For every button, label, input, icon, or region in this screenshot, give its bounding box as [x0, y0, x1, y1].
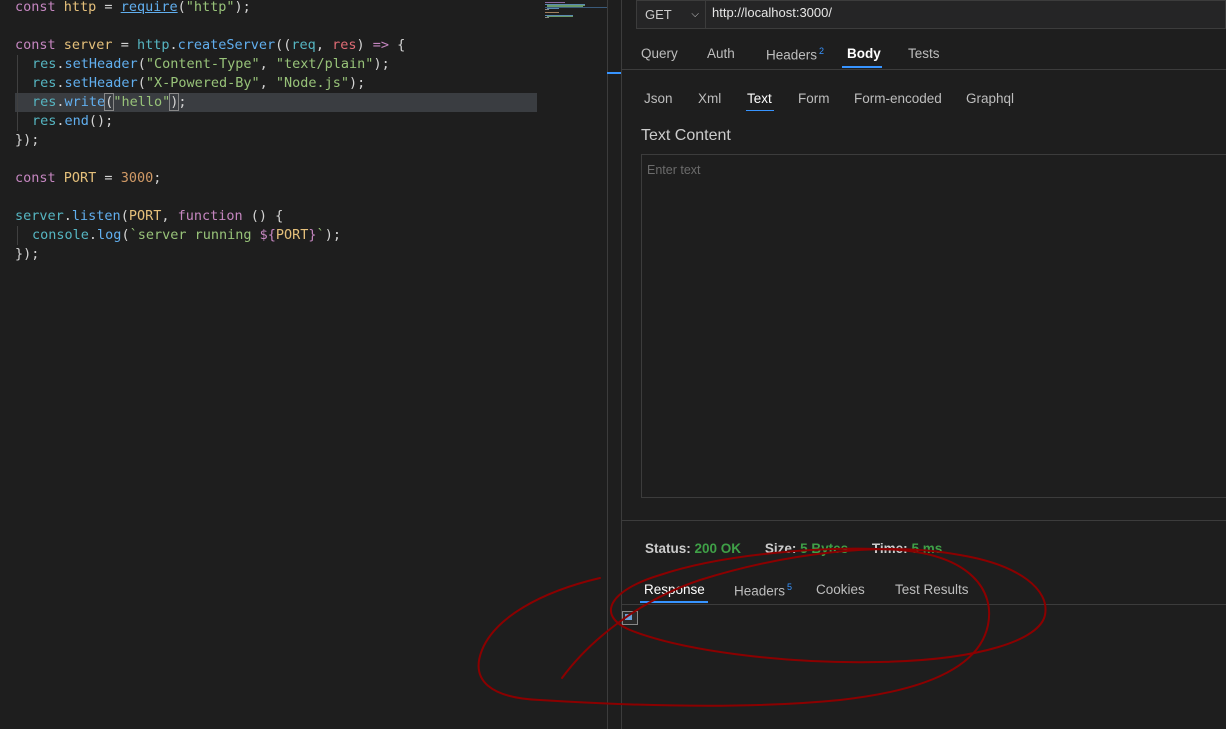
active-tab-indicator [842, 66, 882, 68]
body-tab-json[interactable]: Json [644, 91, 673, 106]
time-label: Time: [871, 541, 908, 556]
body-tab-form[interactable]: Form [798, 91, 830, 106]
active-body-tab-indicator [746, 110, 774, 111]
tab-tests[interactable]: Tests [908, 46, 940, 61]
tab-headers-label: Headers [766, 47, 818, 63]
code-line-1: const http = require("http"); [15, 0, 251, 15]
status-label: Status: [645, 541, 691, 556]
body-tab-xml[interactable]: Xml [698, 91, 721, 106]
minimap-line [547, 16, 573, 17]
code-line-5: res.setHeader("X-Powered-By", "Node.js")… [32, 75, 366, 91]
response-tab-test-results[interactable]: Test Results [895, 582, 969, 597]
minimap-line [545, 2, 565, 3]
body-tab-graphql[interactable]: Graphql [966, 91, 1014, 106]
code-line-6: res.write("hello"); [32, 93, 187, 111]
broken-image-icon [622, 611, 638, 625]
code-line-13: console.log(`server running ${PORT}`); [32, 227, 341, 243]
http-client-panel: GET ⌵ http://localhost:3000/ Query Auth H… [622, 0, 1226, 729]
tab-body[interactable]: Body [847, 46, 881, 61]
text-placeholder: Enter text [647, 163, 701, 177]
code-line-7: res.end(); [32, 113, 114, 129]
minimap-line [545, 9, 549, 10]
indent-guide [17, 55, 18, 131]
code-line-3: const server = http.createServer((req, r… [15, 37, 406, 53]
indent-guide [17, 226, 18, 245]
text-content-input[interactable]: Enter text [641, 154, 1226, 498]
request-response-divider [622, 520, 1226, 521]
method-value: GET [645, 7, 672, 22]
minimap[interactable] [544, 0, 607, 30]
response-headers-count-badge: 5 [787, 582, 793, 592]
code-line-10: const PORT = 3000; [15, 170, 162, 186]
body-tab-text[interactable]: Text [747, 91, 772, 106]
body-tab-form-encoded[interactable]: Form-encoded [854, 91, 942, 106]
method-select[interactable]: GET ⌵ [636, 0, 706, 29]
minimap-line [545, 12, 559, 13]
tab-auth[interactable]: Auth [707, 46, 735, 61]
code-editor[interactable]: const http = require("http"); const serv… [0, 0, 607, 729]
tabs-divider [622, 69, 1226, 70]
response-tab-headers-label: Headers [734, 583, 786, 599]
response-tab-response[interactable]: Response [644, 582, 705, 597]
editor-divider[interactable] [607, 0, 608, 729]
time-value: 5 ms [911, 541, 943, 556]
code-line-12: server.listen(PORT, function () { [15, 208, 284, 224]
tab-query[interactable]: Query [641, 46, 678, 61]
split-sash[interactable] [607, 72, 621, 74]
size-label: Size: [764, 541, 797, 556]
code-line-4: res.setHeader("Content-Type", "text/plai… [32, 56, 390, 72]
url-value: http://localhost:3000/ [712, 5, 832, 20]
response-tab-cookies[interactable]: Cookies [816, 582, 865, 597]
text-content-label: Text Content [641, 127, 731, 144]
status-value: 200 OK [694, 541, 742, 556]
headers-count-badge: 2 [819, 46, 825, 56]
response-tab-headers[interactable]: Headers 5 [734, 582, 792, 599]
minimap-line [545, 17, 549, 18]
active-response-tab-indicator [640, 601, 708, 603]
url-input[interactable]: http://localhost:3000/ [706, 0, 1226, 29]
chevron-down-icon: ⌵ [691, 9, 699, 20]
code-line-8: }); [15, 132, 40, 148]
tab-headers[interactable]: Headers 2 [766, 46, 824, 63]
size-value: 5 Bytes [800, 541, 849, 556]
code-line-14: }); [15, 246, 40, 262]
response-summary: Status: 200 OK Size: 5 Bytes Time: 5 ms [645, 541, 962, 556]
response-tabs-divider [622, 604, 1226, 605]
